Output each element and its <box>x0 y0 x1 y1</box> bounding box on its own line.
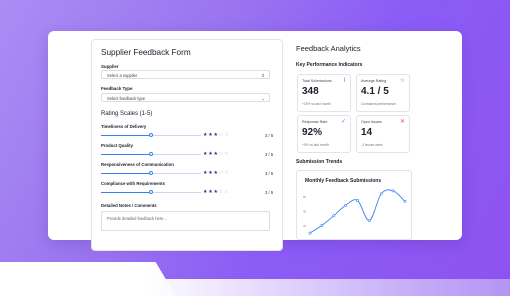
trends-section-title: Submission Trends <box>296 159 343 165</box>
slider-fill <box>101 135 151 136</box>
rating-score: 3 / 5 <box>265 189 274 195</box>
slider-thumb[interactable] <box>149 133 153 137</box>
kpi-subtext: -3 issues week <box>361 143 383 147</box>
rating-slider[interactable] <box>101 171 201 176</box>
kpi-subtext: Consistent performance <box>361 102 397 106</box>
kpi-value: 4.1 / 5 <box>361 86 389 97</box>
supplier-select-value: Select a supplier <box>107 73 138 78</box>
feedback-type-label: Feedback Type <box>101 86 133 91</box>
kpi-card-average-rating: Average Rating ☆ 4.1 / 5 Consistent perf… <box>356 74 410 112</box>
check-icon: ✓ <box>340 119 346 125</box>
rating-stars[interactable]: ★★★☆☆ <box>203 132 229 138</box>
star-empty-icon[interactable]: ☆ <box>224 170 229 176</box>
rating-score: 3 / 5 <box>265 151 274 157</box>
series-line <box>309 189 406 234</box>
y-tick-label: 30 <box>303 224 307 228</box>
data-point[interactable] <box>379 192 383 196</box>
kpi-value: 92% <box>302 127 323 138</box>
notes-placeholder: Provide detailed feedback here... <box>107 216 167 221</box>
rating-stars[interactable]: ★★★☆☆ <box>203 170 229 176</box>
kpi-subtext: +15% vs last month <box>302 102 331 106</box>
star-empty-icon[interactable]: ☆ <box>224 132 229 138</box>
chart-card: Monthly Feedback Submissions 60 45 30 <box>296 170 412 240</box>
data-point[interactable] <box>308 231 312 235</box>
kpi-label: Average Rating <box>361 79 387 83</box>
data-point[interactable] <box>344 203 348 207</box>
rating-score: 3 / 5 <box>265 132 274 138</box>
rating-stars[interactable]: ★★★☆☆ <box>203 151 229 157</box>
updown-chevron-icon: ⇕ <box>261 73 265 78</box>
rating-label: Product Quality <box>101 143 133 148</box>
rating-stars[interactable]: ★★★☆☆ <box>203 189 229 195</box>
feedback-type-select-value: Select feedback type <box>107 96 146 101</box>
kpi-subtext: +5% vs last month <box>302 143 330 147</box>
rating-slider[interactable] <box>101 190 201 195</box>
chevron-down-icon: ⌄ <box>261 96 265 101</box>
rating-slider[interactable] <box>101 133 201 138</box>
notes-label: Detailed Notes / Comments <box>101 203 157 208</box>
y-tick-label: 60 <box>303 195 307 199</box>
slider-fill <box>101 154 151 155</box>
kpi-label: Open Issues <box>361 120 382 124</box>
rating-slider[interactable] <box>101 152 201 157</box>
data-point[interactable] <box>403 199 407 203</box>
kpi-card-open-issues: Open Issues ✕ 14 -3 issues week <box>356 115 410 153</box>
rating-label: Timeliness of Delivery <box>101 124 147 129</box>
slider-thumb[interactable] <box>149 190 153 194</box>
analytics-title: Feedback Analytics <box>296 44 361 53</box>
slider-fill <box>101 173 151 174</box>
supplier-label: Supplier <box>101 64 119 69</box>
data-point[interactable] <box>320 224 324 227</box>
data-point[interactable] <box>332 214 336 218</box>
star-empty-icon[interactable]: ☆ <box>224 189 229 195</box>
kpi-card-total-submissions: Total Submissions ⌇ 348 +15% vs last mon… <box>297 74 351 112</box>
y-tick-label: 45 <box>303 210 307 214</box>
kpi-label: Total Submissions <box>302 79 332 83</box>
notes-textarea[interactable]: Provide detailed feedback here... <box>101 211 270 231</box>
line-chart: 60 45 30 <box>303 189 407 235</box>
ratings-section-title: Rating Scales (1-5) <box>101 111 153 117</box>
kpi-value: 348 <box>302 86 319 97</box>
kpi-card-response-rate: Response Rate ✓ 92% +5% vs last month <box>297 115 351 153</box>
rating-label: Compliance with Requirements <box>101 181 165 186</box>
kpi-label: Response Rate <box>302 120 328 124</box>
kpi-section-title: Key Performance Indicators <box>296 62 363 68</box>
data-point[interactable] <box>391 189 395 193</box>
slider-fill <box>101 192 151 193</box>
feedback-type-select[interactable]: Select feedback type ⌄ <box>101 93 270 102</box>
star-empty-icon[interactable]: ☆ <box>224 151 229 157</box>
slider-thumb[interactable] <box>149 171 153 175</box>
slider-thumb[interactable] <box>149 152 153 156</box>
star-icon: ☆ <box>399 78 405 84</box>
kpi-value: 14 <box>361 127 373 138</box>
data-point[interactable] <box>367 219 371 223</box>
close-icon: ✕ <box>399 119 405 125</box>
data-point[interactable] <box>356 199 359 202</box>
rating-label: Responsiveness of Communication <box>101 162 174 167</box>
feedback-form-panel: Supplier Feedback Form Supplier Select a… <box>91 39 283 251</box>
form-title: Supplier Feedback Form <box>101 48 191 57</box>
trend-icon: ⌇ <box>343 78 346 84</box>
rating-score: 3 / 5 <box>265 170 274 176</box>
supplier-select[interactable]: Select a supplier ⇕ <box>101 70 270 79</box>
